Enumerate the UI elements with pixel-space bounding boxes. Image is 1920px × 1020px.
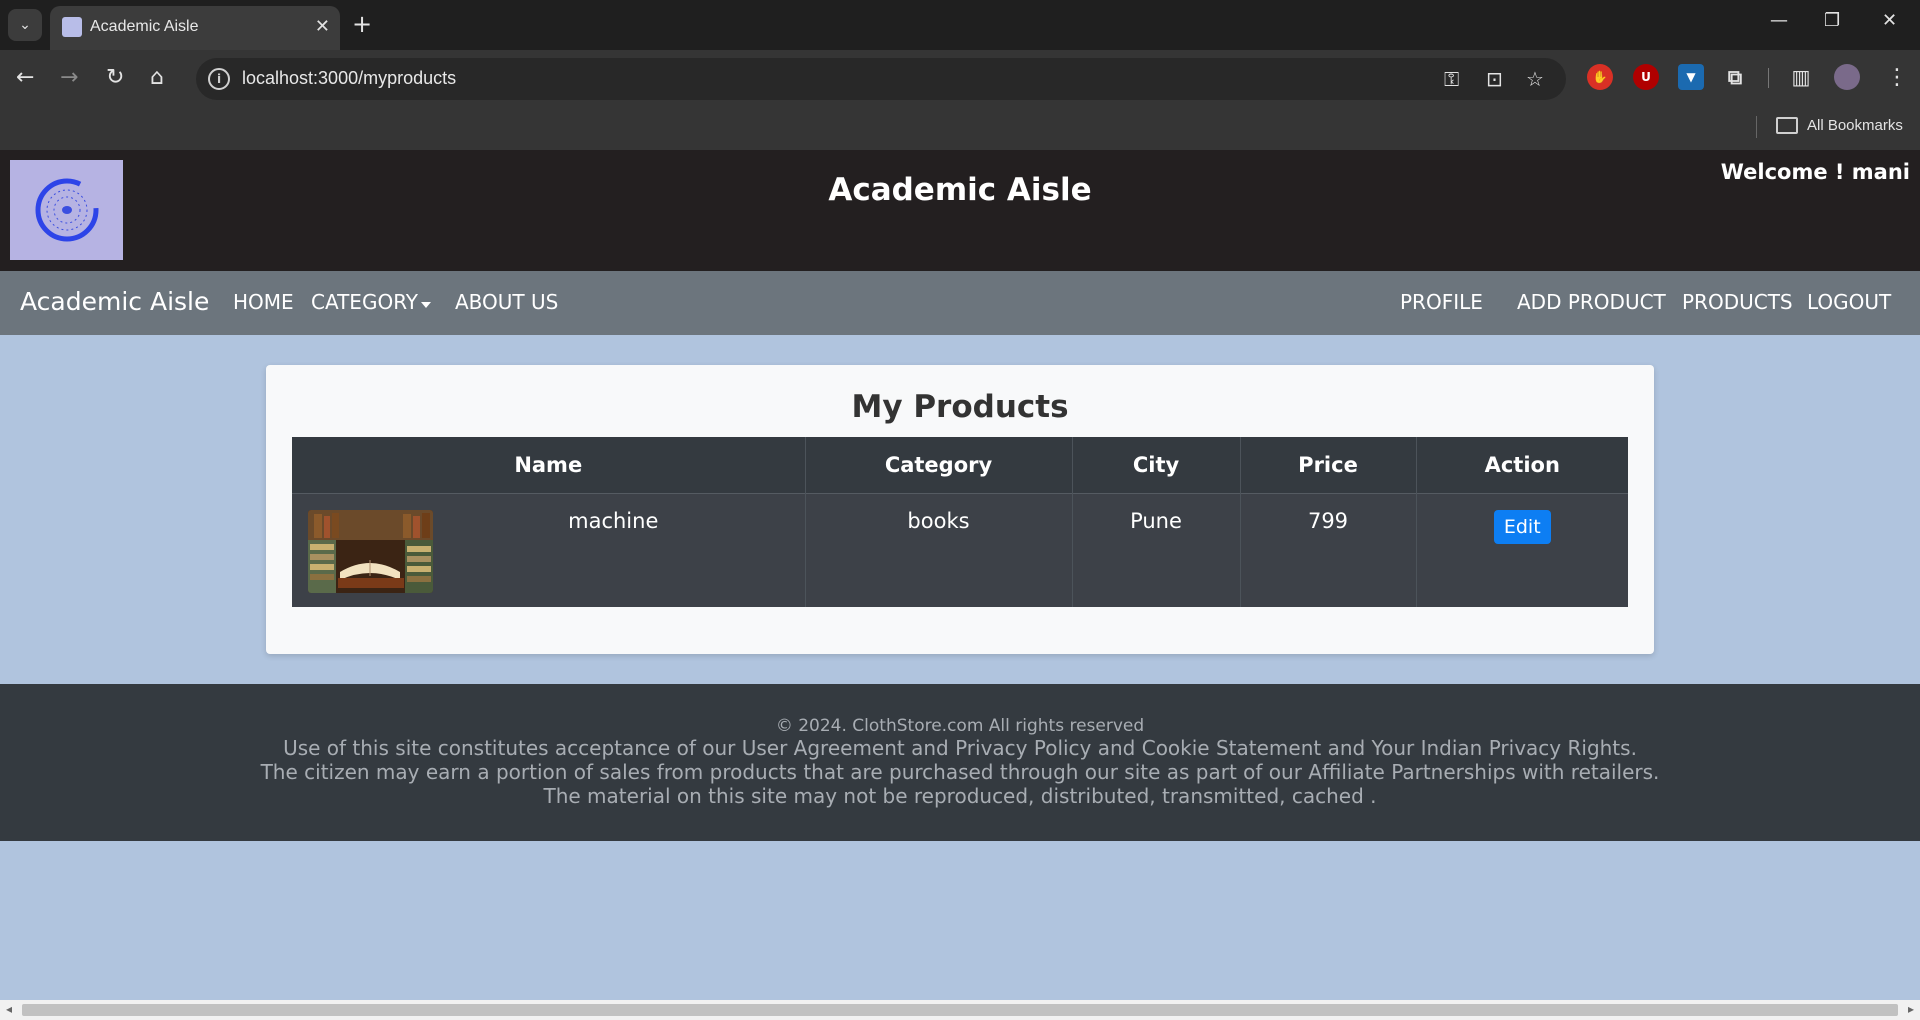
nav-products[interactable]: PRODUCTS: [1682, 290, 1793, 314]
home-icon[interactable]: ⌂: [150, 66, 164, 90]
books-image: [308, 509, 433, 593]
side-panel-icon[interactable]: ▥: [1788, 64, 1814, 90]
column-header-price: Price: [1240, 437, 1417, 493]
url-text[interactable]: localhost:3000/myproducts: [242, 68, 456, 89]
restore-icon[interactable]: ❐: [1824, 10, 1840, 31]
scroll-left-icon[interactable]: ◂: [6, 1002, 12, 1016]
product-price: 799: [1240, 493, 1417, 607]
site-info-icon[interactable]: i: [208, 68, 230, 90]
footer-line-material: The material on this site may not be rep…: [543, 784, 1377, 808]
all-bookmarks-link[interactable]: All Bookmarks: [1807, 117, 1903, 134]
nav-logout[interactable]: LOGOUT: [1807, 290, 1891, 314]
column-header-action: Action: [1484, 452, 1560, 477]
product-name: machine: [568, 508, 659, 533]
tab-close-icon[interactable]: ✕: [315, 16, 330, 37]
bookmarks-divider: [1756, 116, 1757, 138]
footer-line-agreement: Use of this site constitutes acceptance …: [283, 736, 1637, 760]
chevron-down-icon: [421, 301, 432, 308]
scroll-right-icon[interactable]: ▸: [1908, 1002, 1914, 1016]
products-table: Name Category City Price Action machine …: [292, 437, 1628, 607]
edit-button[interactable]: Edit: [1493, 509, 1551, 544]
column-header-category: Category: [805, 437, 1073, 493]
tab-title: Academic Aisle: [90, 18, 199, 35]
column-header-name: Name: [292, 437, 806, 493]
browser-tab[interactable]: Academic Aisle ✕: [50, 6, 340, 50]
product-name-cell: machine: [292, 493, 806, 607]
reload-icon[interactable]: ↻: [106, 66, 124, 90]
nav-category-dropdown[interactable]: CATEGORY: [311, 290, 432, 314]
table-row: machine books Pune 799 Edit: [292, 493, 1628, 607]
site-title: Academic Aisle: [828, 172, 1092, 208]
tab-search-chevron-icon[interactable]: ⌄: [8, 9, 42, 41]
tab-favicon-icon: [62, 17, 82, 37]
product-action-cell: Edit: [1416, 493, 1628, 607]
nav-about-us[interactable]: ABOUT US: [455, 290, 558, 314]
profile-avatar[interactable]: [1834, 64, 1860, 90]
bookmarks-bar: All Bookmarks: [0, 108, 1920, 150]
my-products-card: My Products Name Category City Price Act…: [266, 365, 1654, 654]
shield-extension-icon[interactable]: ▼: [1678, 64, 1704, 90]
nav-home[interactable]: HOME: [233, 290, 294, 314]
extension-red-hand-icon[interactable]: ✋: [1587, 64, 1613, 90]
nav-profile[interactable]: PROFILE: [1400, 290, 1483, 314]
address-bar[interactable]: i localhost:3000/myproducts ⚿ ⊡ ☆: [196, 58, 1566, 100]
footer-copyright: © 2024. ClothStore.com All rights reserv…: [775, 716, 1145, 736]
extensions-puzzle-icon[interactable]: ⧉: [1722, 64, 1748, 90]
navbar-brand[interactable]: Academic Aisle: [20, 287, 209, 316]
close-window-icon[interactable]: ✕: [1882, 10, 1897, 31]
bookmark-star-icon[interactable]: ☆: [1526, 67, 1544, 91]
column-header-city: City: [1072, 437, 1241, 493]
back-arrow-icon[interactable]: ←: [16, 66, 34, 90]
scrollbar-thumb[interactable]: [22, 1004, 1898, 1016]
nav-category-label: CATEGORY: [311, 290, 419, 314]
horizontal-scrollbar[interactable]: ◂ ▸: [0, 1000, 1920, 1020]
nav-add-product[interactable]: ADD PRODUCT: [1517, 290, 1666, 314]
folder-icon[interactable]: [1776, 117, 1798, 134]
site-footer: © 2024. ClothStore.com All rights reserv…: [0, 684, 1920, 841]
table-header-row: Name Category City Price Action: [292, 437, 1628, 493]
footer-line-affiliate: The citizen may earn a portion of sales …: [260, 760, 1660, 784]
product-thumbnail: [308, 509, 433, 593]
page-title: My Products: [851, 389, 1069, 425]
browser-tab-strip: ⌄ Academic Aisle ✕ + — ❐ ✕: [0, 0, 1920, 50]
install-app-icon[interactable]: ⊡: [1486, 67, 1503, 91]
forward-arrow-icon[interactable]: →: [60, 66, 78, 90]
toolbar-divider: [1768, 68, 1769, 88]
ublock-extension-icon[interactable]: U: [1633, 64, 1659, 90]
minimize-icon[interactable]: —: [1770, 10, 1788, 31]
welcome-message: Welcome ! mani: [1720, 160, 1910, 184]
product-category: books: [805, 493, 1073, 607]
new-tab-plus-icon[interactable]: +: [352, 10, 372, 38]
password-key-icon[interactable]: ⚿: [1444, 67, 1459, 91]
chrome-menu-icon[interactable]: ⋮: [1886, 66, 1908, 90]
product-city: Pune: [1072, 493, 1241, 607]
main-navbar: Academic Aisle HOME CATEGORY ABOUT US PR…: [0, 271, 1920, 335]
site-header: Academic Aisle Welcome ! mani: [0, 150, 1920, 271]
browser-toolbar: ← → ↻ ⌂ i localhost:3000/myproducts ⚿ ⊡ …: [0, 50, 1920, 108]
